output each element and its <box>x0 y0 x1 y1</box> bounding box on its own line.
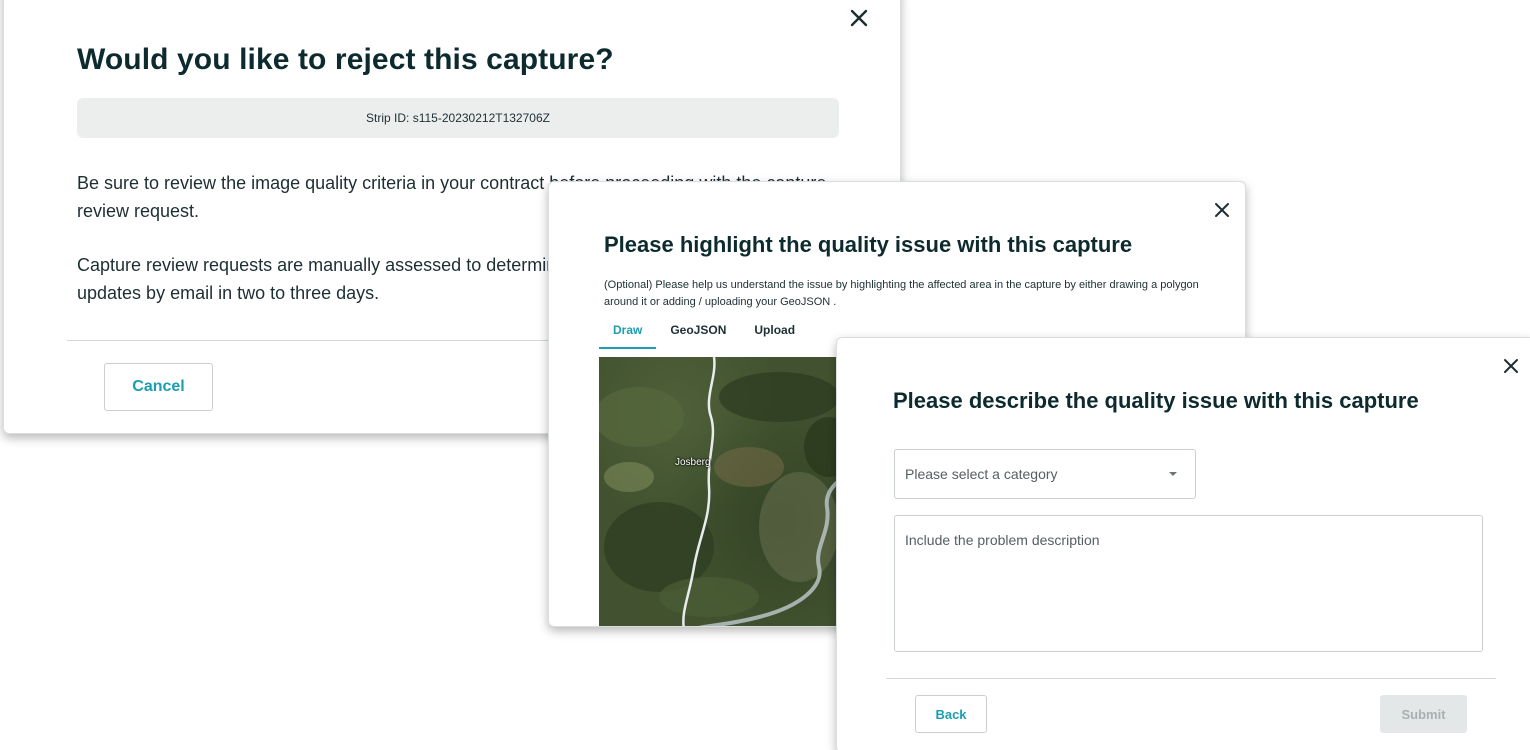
map-place-label: Josberg <box>675 457 711 468</box>
dialog-title: Please highlight the quality issue with … <box>604 232 1133 257</box>
footer-divider <box>886 678 1496 679</box>
screen: Would you like to reject this capture? S… <box>0 0 1530 750</box>
problem-description-input[interactable] <box>894 515 1483 652</box>
tab-upload[interactable]: Upload <box>740 319 809 347</box>
tab-geojson[interactable]: GeoJSON <box>656 319 740 347</box>
close-button[interactable] <box>1210 198 1234 222</box>
satellite-map[interactable]: Josberg <box>599 357 859 626</box>
back-button[interactable]: Back <box>915 695 987 733</box>
category-select-placeholder: Please select a category <box>905 466 1058 482</box>
close-icon <box>1215 203 1229 217</box>
input-method-tabs: Draw GeoJSON Upload <box>599 319 809 349</box>
cancel-button[interactable]: Cancel <box>104 363 213 411</box>
close-icon <box>850 9 868 27</box>
submit-button[interactable]: Submit <box>1380 695 1467 733</box>
strip-id-banner: Strip ID: s115-20230212T132706Z <box>77 98 839 138</box>
dialog-title: Please describe the quality issue with t… <box>893 388 1419 413</box>
close-button[interactable] <box>1499 354 1523 378</box>
category-select[interactable]: Please select a category <box>894 449 1196 499</box>
dialog-description: (Optional) Please help us understand the… <box>604 279 1199 308</box>
close-icon <box>1504 359 1518 373</box>
satellite-imagery <box>599 357 859 626</box>
close-button[interactable] <box>846 5 872 31</box>
tab-draw[interactable]: Draw <box>599 319 657 349</box>
chevron-down-icon <box>1169 472 1177 476</box>
dialog-title: Would you like to reject this capture? <box>77 43 614 76</box>
describe-issue-dialog: Please describe the quality issue with t… <box>836 337 1530 750</box>
